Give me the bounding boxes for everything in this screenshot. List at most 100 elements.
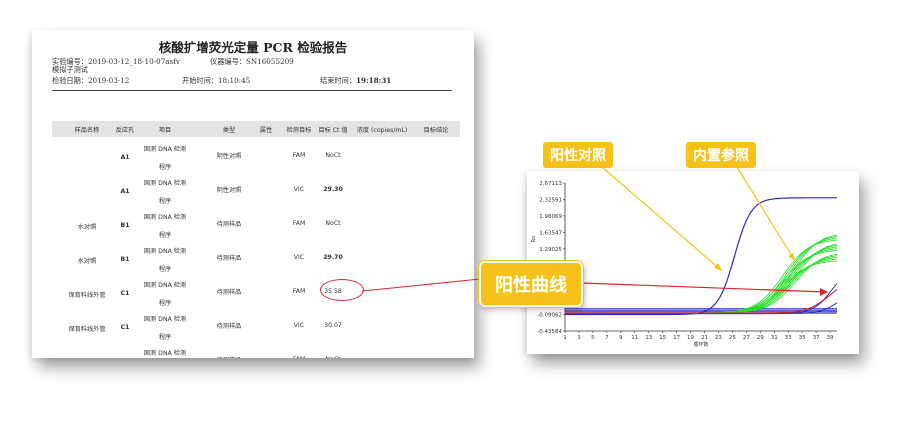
cell-well: A1	[120, 154, 130, 161]
positive-control-curve	[565, 197, 837, 316]
cell-project: 程序	[158, 300, 172, 307]
cell-ct: NoCt	[325, 152, 341, 159]
cell-type: 待测样品	[216, 289, 242, 296]
cell-project: 程序	[158, 232, 172, 239]
cell-type: 待测样品	[217, 355, 242, 358]
cell-target: FAM	[292, 220, 306, 227]
x-tick-label: 11	[631, 335, 638, 341]
header-divider	[52, 90, 452, 91]
x-tick-label: 37	[813, 335, 820, 341]
x-tick-label: 23	[715, 335, 722, 341]
cell-project: 国测 DNA 检测	[143, 316, 187, 323]
x-tick-label: 7	[605, 335, 609, 341]
cell-type: 待测样品	[216, 221, 242, 228]
cell-well: C1	[120, 324, 130, 331]
instrument-id: 仪器编号：SN16055209	[210, 57, 294, 66]
x-tick-label: 39	[827, 335, 834, 341]
cell-ct: 30.07	[324, 322, 342, 329]
y-tick-label: 2.32591	[539, 197, 562, 203]
cell-sample-name: 水对照	[77, 224, 97, 231]
cell-project: 国测 DNA 检测	[143, 214, 187, 221]
cell-well: A1	[120, 188, 130, 195]
x-tick-label: 5	[591, 335, 595, 341]
column-header: 目标 Ct 值	[318, 127, 348, 134]
internal-reference-curve	[565, 258, 838, 314]
start-time: 开始时间：18:10:45	[182, 76, 251, 85]
cell-ct: NoCt	[325, 220, 341, 227]
cell-type: 阴性对照	[216, 153, 242, 160]
x-tick-label: 15	[659, 335, 666, 341]
cell-ct: 29.30	[323, 186, 343, 193]
cell-well: C1	[120, 290, 130, 297]
cell-target: VIC	[293, 186, 305, 193]
column-header: 反应孔	[115, 127, 135, 134]
cell-well: B1	[120, 222, 130, 229]
internal-reference-curve	[565, 246, 838, 314]
x-tick-label: 1	[563, 335, 567, 341]
cell-type: 待测样品	[216, 323, 242, 330]
column-header: 样品名称	[74, 127, 100, 134]
cell-sample-name: 保育料线外管	[68, 292, 106, 299]
cell-sample-name: 水对照	[77, 258, 97, 265]
cell-project: 国测 DNA 检测	[143, 282, 187, 289]
cell-target: FAM	[293, 356, 306, 358]
column-header: 目标结论	[423, 127, 449, 134]
highlight-circle	[320, 279, 364, 301]
positive-sample-curve	[565, 289, 838, 314]
y-tick-label: 2.67113	[539, 181, 562, 187]
cell-project: 程序	[158, 164, 172, 171]
end-time: 结束时间：19:18:31	[320, 76, 392, 85]
cell-ct: NoCt	[325, 356, 340, 358]
column-header: 项目	[158, 127, 172, 134]
column-header: 属性	[259, 127, 273, 134]
cell-project: 国测 DNA 检测	[143, 248, 187, 255]
x-tick-label: 21	[701, 335, 708, 341]
callout-internal-reference: 内置参照	[686, 142, 756, 168]
column-header: 类型	[222, 127, 236, 134]
x-tick-label: 13	[645, 335, 652, 341]
x-tick-label: 25	[729, 335, 736, 341]
cell-type: 待测样品	[216, 255, 242, 262]
x-tick-label: 27	[743, 335, 750, 341]
x-tick-label: 35	[799, 335, 806, 341]
internal-reference-curve	[565, 260, 838, 314]
y-tick-label: 1.63547	[539, 230, 562, 236]
cell-target: VIC	[293, 254, 305, 261]
y-tick-label: -0.43584	[537, 329, 562, 335]
pcr-report-page: 核酸扩增荧光定量 PCR 检验报告 实验编号：2019-03-12_18-10-…	[32, 30, 474, 358]
cell-project: 程序	[158, 334, 172, 341]
cell-target: VIC	[293, 322, 305, 329]
y-tick-label: 1.98069	[539, 214, 562, 220]
test-date: 检验日期：2019-03-12	[52, 76, 130, 85]
internal-reference-curve	[565, 255, 838, 314]
report-title: 核酸扩增荧光定量 PCR 检验报告	[158, 40, 348, 55]
test-name: 模拟子测试	[52, 65, 88, 74]
column-header: 浓度 (copies/mL)	[356, 127, 408, 134]
callout-positive-curve: 阳性曲线	[479, 261, 583, 307]
column-header: 检测目标	[286, 127, 312, 134]
x-tick-label: 17	[673, 335, 680, 341]
callout-positive-control: 阳性对照	[543, 142, 613, 168]
y-tick-label: -0.09062	[537, 313, 562, 319]
x-tick-label: 9	[619, 335, 623, 341]
cell-project: 国测 DNA 检测	[143, 350, 187, 357]
y-tick-label: 1.29025	[539, 247, 562, 253]
x-tick-label: 3	[577, 335, 581, 341]
cell-project: 程序	[158, 198, 172, 205]
cell-well: B1	[120, 256, 130, 263]
x-tick-label: 19	[687, 335, 694, 341]
cell-target: FAM	[292, 152, 306, 159]
x-tick-label: 29	[757, 335, 764, 341]
y-axis-label: Rn	[531, 236, 537, 243]
cell-project: 国测 DNA 检测	[143, 180, 187, 187]
cell-type: 阴性对照	[216, 187, 242, 194]
cell-sample-name: 保育料线外管	[68, 326, 106, 333]
cell-ct: 29.70	[323, 254, 343, 261]
cell-project: 程序	[158, 266, 172, 273]
x-tick-label: 33	[785, 335, 792, 341]
table-header: 样品名称 反应孔 项目 类型 属性 检测目标 目标 Ct 值 浓度 (copies/mL) 目标…	[52, 121, 460, 137]
cell-project: 国测 DNA 检测	[143, 146, 187, 153]
cell-target: FAM	[292, 288, 306, 295]
x-axis-label: 循环数	[693, 341, 708, 348]
x-tick-label: 31	[771, 335, 778, 341]
